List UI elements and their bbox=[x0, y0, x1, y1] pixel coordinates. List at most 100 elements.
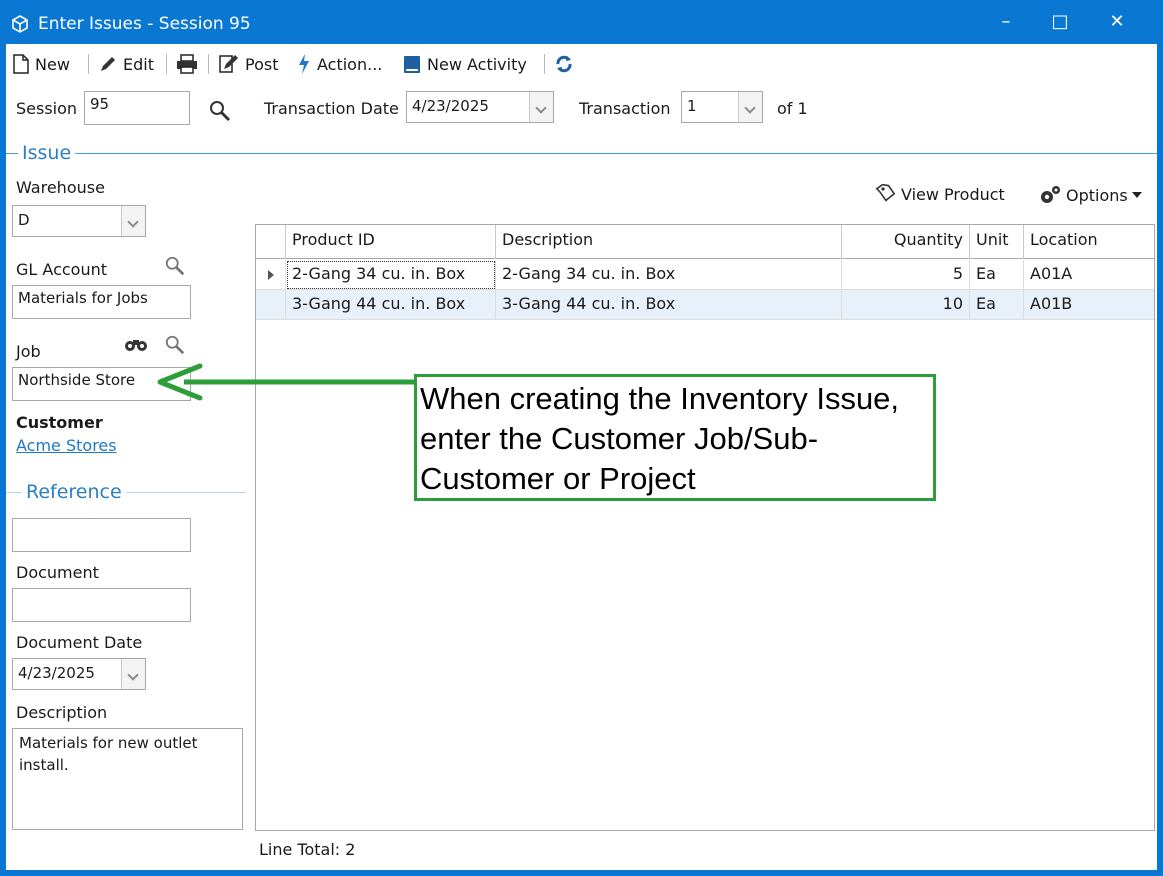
grid-header: Product ID Description Quantity Unit Loc… bbox=[256, 225, 1154, 259]
cell-location[interactable]: A01B bbox=[1024, 290, 1154, 320]
column-header-location[interactable]: Location bbox=[1024, 225, 1154, 259]
refresh-button[interactable] bbox=[554, 52, 579, 76]
description-label: Description bbox=[16, 703, 108, 722]
cell-location[interactable]: A01A bbox=[1024, 260, 1154, 290]
minimize-button[interactable]: – bbox=[986, 8, 1026, 36]
cell-quantity[interactable]: 5 bbox=[842, 260, 970, 290]
column-header-product-id[interactable]: Product ID bbox=[286, 225, 496, 259]
description-textarea[interactable]: Materials for new outlet install. bbox=[12, 728, 243, 830]
post-icon bbox=[219, 55, 238, 73]
gear-icon bbox=[1041, 186, 1060, 203]
customer-link[interactable]: Acme Stores bbox=[16, 436, 117, 455]
app-window: Enter Issues - Session 95 – □ ✕ New Edit bbox=[0, 0, 1163, 876]
issue-divider bbox=[6, 153, 1157, 154]
cell-description[interactable]: 3-Gang 44 cu. in. Box bbox=[496, 290, 842, 320]
table-row[interactable]: 3-Gang 44 cu. in. Box 3-Gang 44 cu. in. … bbox=[256, 290, 1154, 320]
transaction-value: 1 bbox=[687, 97, 697, 115]
new-activity-label: New Activity bbox=[427, 54, 527, 74]
session-input[interactable]: 95 bbox=[84, 91, 190, 125]
edit-button[interactable]: Edit bbox=[98, 52, 154, 76]
toolbar-separator bbox=[208, 54, 209, 74]
options-button[interactable]: Options bbox=[1038, 184, 1143, 206]
toolbar: New Edit Post Action... New Activity bbox=[6, 44, 1157, 84]
row-selector[interactable] bbox=[256, 260, 286, 290]
cell-product-id[interactable]: 3-Gang 44 cu. in. Box bbox=[286, 290, 496, 320]
post-button[interactable]: Post bbox=[218, 52, 278, 76]
reference-section-title: Reference bbox=[22, 481, 126, 503]
cell-description[interactable]: 2-Gang 34 cu. in. Box bbox=[496, 260, 842, 290]
action-button[interactable]: Action... bbox=[296, 52, 382, 76]
new-label: New bbox=[35, 54, 70, 74]
cell-unit[interactable]: Ea bbox=[970, 260, 1024, 290]
transaction-count: of 1 bbox=[777, 99, 808, 118]
toolbar-separator bbox=[88, 54, 89, 74]
new-button[interactable]: New bbox=[12, 52, 70, 76]
transaction-date-label: Transaction Date bbox=[264, 99, 399, 118]
line-total: Line Total: 2 bbox=[259, 840, 356, 859]
document-date-select[interactable]: 4/23/2025 bbox=[12, 658, 146, 690]
cube-icon bbox=[12, 15, 28, 33]
search-icon[interactable] bbox=[164, 334, 186, 356]
action-label: Action... bbox=[317, 54, 383, 74]
warehouse-select[interactable]: D bbox=[12, 205, 146, 237]
annotation-callout: When creating the Inventory Issue, enter… bbox=[414, 374, 936, 501]
binoculars-icon[interactable] bbox=[124, 334, 148, 354]
window-title: Enter Issues - Session 95 bbox=[38, 14, 251, 34]
transaction-label: Transaction bbox=[579, 99, 671, 118]
gl-account-label: GL Account bbox=[16, 260, 107, 279]
chevron-down-icon[interactable] bbox=[529, 92, 553, 122]
view-product-label: View Product bbox=[901, 184, 1005, 204]
options-label: Options bbox=[1066, 185, 1128, 205]
chevron-down-icon[interactable] bbox=[738, 92, 762, 122]
gl-account-input[interactable]: Materials for Jobs bbox=[12, 285, 191, 319]
maximize-button[interactable]: □ bbox=[1040, 8, 1080, 36]
main-content: New Edit Post Action... New Activity Ses… bbox=[6, 44, 1157, 870]
caret-down-icon bbox=[1131, 192, 1142, 198]
transaction-date-value: 4/23/2025 bbox=[412, 97, 489, 115]
row-selector-header bbox=[256, 225, 286, 259]
view-product-button[interactable]: View Product bbox=[874, 184, 1005, 204]
close-button[interactable]: ✕ bbox=[1097, 8, 1137, 36]
issue-section-title: Issue bbox=[18, 142, 76, 164]
toolbar-separator bbox=[166, 54, 167, 74]
transaction-date-select[interactable]: 4/23/2025 bbox=[406, 91, 554, 123]
search-icon[interactable] bbox=[208, 99, 232, 123]
document-label: Document bbox=[16, 563, 99, 582]
reference-input[interactable] bbox=[12, 518, 191, 552]
document-date-label: Document Date bbox=[16, 633, 143, 652]
document-input[interactable] bbox=[12, 588, 191, 622]
tag-icon bbox=[875, 184, 896, 202]
cell-quantity[interactable]: 10 bbox=[842, 290, 970, 320]
notebook-icon bbox=[404, 56, 420, 73]
edit-label: Edit bbox=[123, 54, 154, 74]
session-label: Session bbox=[16, 99, 78, 118]
customer-label: Customer bbox=[16, 413, 103, 432]
new-activity-button[interactable]: New Activity bbox=[402, 52, 527, 76]
column-header-description[interactable]: Description bbox=[496, 225, 842, 259]
job-label: Job bbox=[16, 342, 41, 361]
refresh-icon bbox=[556, 55, 572, 73]
lightning-icon bbox=[299, 54, 309, 74]
table-row[interactable]: 2-Gang 34 cu. in. Box 2-Gang 34 cu. in. … bbox=[256, 260, 1154, 290]
warehouse-label: Warehouse bbox=[16, 178, 105, 197]
issue-lines-grid: Product ID Description Quantity Unit Loc… bbox=[255, 224, 1155, 831]
row-pointer-icon bbox=[268, 270, 274, 280]
transaction-select[interactable]: 1 bbox=[681, 91, 763, 123]
column-header-unit[interactable]: Unit bbox=[970, 225, 1024, 259]
row-selector[interactable] bbox=[256, 290, 286, 320]
cell-product-id[interactable]: 2-Gang 34 cu. in. Box bbox=[286, 260, 496, 290]
chevron-down-icon[interactable] bbox=[121, 659, 145, 689]
printer-icon bbox=[177, 54, 197, 74]
document-date-value: 4/23/2025 bbox=[18, 664, 95, 682]
print-button[interactable] bbox=[176, 52, 203, 76]
annotation-arrow-icon bbox=[157, 363, 418, 401]
cell-unit[interactable]: Ea bbox=[970, 290, 1024, 320]
title-bar[interactable]: Enter Issues - Session 95 – □ ✕ bbox=[0, 0, 1163, 44]
column-header-quantity[interactable]: Quantity bbox=[842, 225, 970, 259]
chevron-down-icon[interactable] bbox=[121, 206, 145, 236]
search-icon[interactable] bbox=[164, 255, 186, 277]
post-label: Post bbox=[245, 54, 279, 74]
warehouse-value: D bbox=[18, 211, 30, 229]
toolbar-separator bbox=[544, 54, 545, 74]
new-document-icon bbox=[13, 54, 29, 74]
